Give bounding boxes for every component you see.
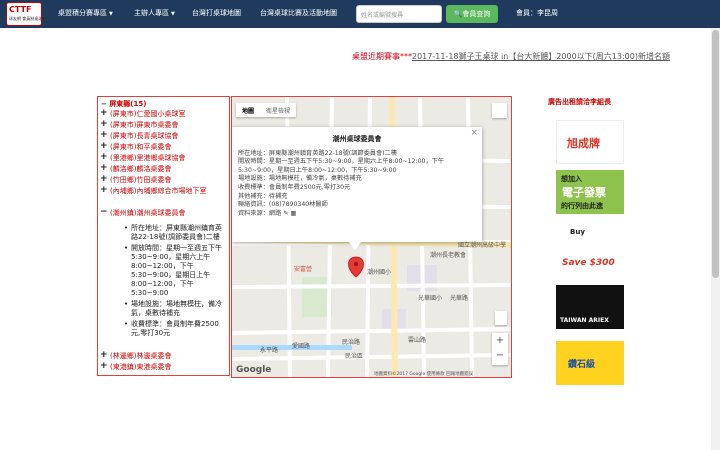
caret-down-icon: ▼: [109, 11, 113, 17]
ad-banner-5[interactable]: 鑽石級: [556, 341, 624, 385]
member-search-button[interactable]: 🔍會員查詢: [446, 5, 498, 23]
detail-address: 所在地址：屏東縣潮州鎮育英路22-18號(調節委員會)二樓: [124, 224, 228, 242]
site-logo[interactable]: CTTF 球友網 會員制桌球網: [6, 2, 46, 26]
expand-icon: +: [100, 152, 108, 162]
caret-down-icon: ▼: [171, 11, 175, 17]
tree-item[interactable]: + (麟洛鄉)麟洛桌委會: [100, 164, 228, 174]
google-logo: Google: [236, 365, 272, 375]
map-attribution[interactable]: 地圖資料©2017 Google 使用條款 回報地圖錯誤: [374, 371, 473, 377]
map-type-roadmap[interactable]: 地圖: [236, 103, 260, 117]
nav-organizer-zone[interactable]: 主辦人專區 ▼: [134, 8, 175, 18]
tree-item[interactable]: + (東港鎮)東港桌委會: [100, 362, 228, 372]
marquee-link[interactable]: 2017-11-18獅子王桌球 in【台大新體】2000以下(周六13:00)新…: [412, 52, 670, 61]
info-facility: 場地設施：場地無模柱，備冷氣，桌數待補充: [238, 175, 362, 183]
map-label: 雲山路: [408, 337, 427, 344]
expand-icon: +: [100, 141, 108, 151]
map-label: 光華國小: [418, 295, 443, 302]
member-search-input[interactable]: 姓名或編號搜尋: [356, 5, 442, 23]
street-view-pegman-icon[interactable]: [495, 311, 507, 325]
expand-icon: +: [100, 119, 108, 129]
map-label: 安富營: [294, 266, 313, 273]
ad-banner-1[interactable]: 旭成牌: [556, 120, 624, 164]
map-label: 潮州國小: [367, 269, 392, 276]
nav-event-map[interactable]: 台灣桌球比賽及活動地圖: [260, 8, 337, 18]
map-label: 光華路: [450, 295, 469, 302]
expand-icon: +: [100, 185, 108, 195]
info-other: 其他補充：待補充: [238, 192, 288, 200]
scrollbar-thumb[interactable]: [712, 30, 719, 278]
expand-icon: +: [100, 350, 108, 360]
info-hours: 開放時間：星期一至週五下午5:30~9:00，星期六上午8:00~12:00，下…: [238, 158, 445, 174]
zoom-control: + −: [492, 333, 508, 365]
google-map[interactable]: 地圖 衛星檢視 × 潮州桌球委員會 所在地址：屏東縣潮州鎮育英路22-18號(調…: [231, 96, 512, 378]
detail-hours: 開放時間：星期一至週五下午5:30~9:00，星期六上午8:00~12:00，下…: [124, 244, 228, 298]
info-title: 潮州桌球委員會: [332, 135, 382, 143]
member-name[interactable]: 會員：李昆周: [516, 8, 558, 18]
map-type-control[interactable]: 地圖 衛星檢視: [236, 103, 297, 117]
logo-subtext: 球友網 會員制桌球網: [9, 16, 47, 21]
info-window-pointer: [349, 242, 361, 250]
map-label: 民治路: [342, 339, 361, 346]
tree-item-selected[interactable]: − (潮州鎮)潮州桌球委員會: [100, 208, 228, 218]
zoom-in-button[interactable]: +: [492, 333, 508, 348]
tree-item[interactable]: + (竹田鄉)竹田桌委會: [100, 175, 228, 185]
ad-banner-4[interactable]: TAIWAN ARIEX: [556, 285, 624, 329]
info-contact: 聯絡資訊：(08)7890340林醫師: [238, 201, 328, 209]
tree-item[interactable]: + (里港鄉)里港鄉桌球協會: [100, 153, 228, 163]
nav-league-zone[interactable]: 桌盟積分賽專區 ▼: [58, 8, 113, 18]
zoom-out-button[interactable]: −: [492, 348, 508, 363]
map-label: 國立潮州高級中學: [458, 242, 507, 249]
tree-root-pingtung[interactable]: − 屏東縣(15): [101, 99, 146, 109]
marquee-label: 桌盟近期賽事***: [352, 52, 412, 61]
ad-banner-2[interactable]: 想加入 電子發票 的行列由此進: [556, 170, 624, 214]
database-icon: ▦: [290, 209, 297, 217]
fullscreen-icon[interactable]: [492, 103, 507, 118]
ads-title: 廣告出租請洽李組長: [548, 98, 611, 106]
expand-icon: +: [100, 163, 108, 173]
nav-table-tennis-map[interactable]: 台灣打桌球地圖: [192, 8, 241, 18]
expand-icon: +: [100, 361, 108, 371]
info-source: 資料來源：網路 ✎ ▦: [238, 209, 297, 217]
collapse-icon: −: [100, 207, 108, 217]
tree-item[interactable]: + (內埔鄉)內埔鄉綜合市場地下室: [100, 186, 228, 196]
top-navbar: CTTF 球友網 會員制桌球網 桌盟積分賽專區 ▼ 主辦人專區 ▼ 台灣打桌球地圖 …: [0, 0, 720, 28]
expand-icon: +: [100, 108, 108, 118]
map-info-window: × 潮州桌球委員會 所在地址：屏東縣潮州鎮育英路22-18號(調節委員會)二樓 …: [232, 127, 482, 242]
info-fee: 收費標準：會員制年費2500元,零打30元: [238, 183, 351, 191]
ad-banner-3[interactable]: Buy Save $300: [556, 228, 624, 272]
expand-icon: +: [100, 130, 108, 140]
info-address: 所在地址：屏東縣潮州鎮育英路22-18號(調節委員會)二樓: [238, 149, 397, 157]
tree-item[interactable]: + (屏東市)屏東市桌委會: [100, 120, 228, 130]
tree-item[interactable]: + (屏東市)長青桌球協會: [100, 131, 228, 141]
map-type-satellite[interactable]: 衛星檢視: [260, 103, 296, 117]
detail-facility: 場地設施：場地無模柱，備冷氣，桌數待補充: [124, 300, 228, 318]
detail-fee: 收費標準：會員制年費2500元,零打30元: [124, 320, 228, 338]
map-label: 永平路: [260, 347, 279, 354]
logo-text: CTTF: [9, 5, 32, 14]
map-label: 愛國路: [292, 343, 311, 350]
news-marquee: 桌盟近期賽事***2017-11-18獅子王桌球 in【台大新體】2000以下(…: [352, 51, 710, 62]
venue-details: 所在地址：屏東縣潮州鎮育英路22-18號(調節委員會)二樓 開放時間：星期一至週…: [124, 224, 228, 340]
close-icon[interactable]: ×: [470, 129, 478, 138]
map-label: 潮州長老教會: [430, 252, 467, 259]
venue-tree: − 屏東縣(15) + (屏東市)仁愛國小桌球室 + (屏東市)屏東市桌委會 + (屏…: [97, 96, 230, 376]
tree-item[interactable]: + (屏東市)和平桌委會: [100, 142, 228, 152]
tree-item[interactable]: + (林邊鄉)林邊桌委會: [100, 351, 228, 361]
edit-icon[interactable]: ✎: [283, 210, 288, 217]
map-label: 民治區: [345, 353, 364, 360]
expand-icon: +: [100, 174, 108, 184]
tree-item[interactable]: + (屏東市)仁愛國小桌球室: [100, 109, 228, 119]
